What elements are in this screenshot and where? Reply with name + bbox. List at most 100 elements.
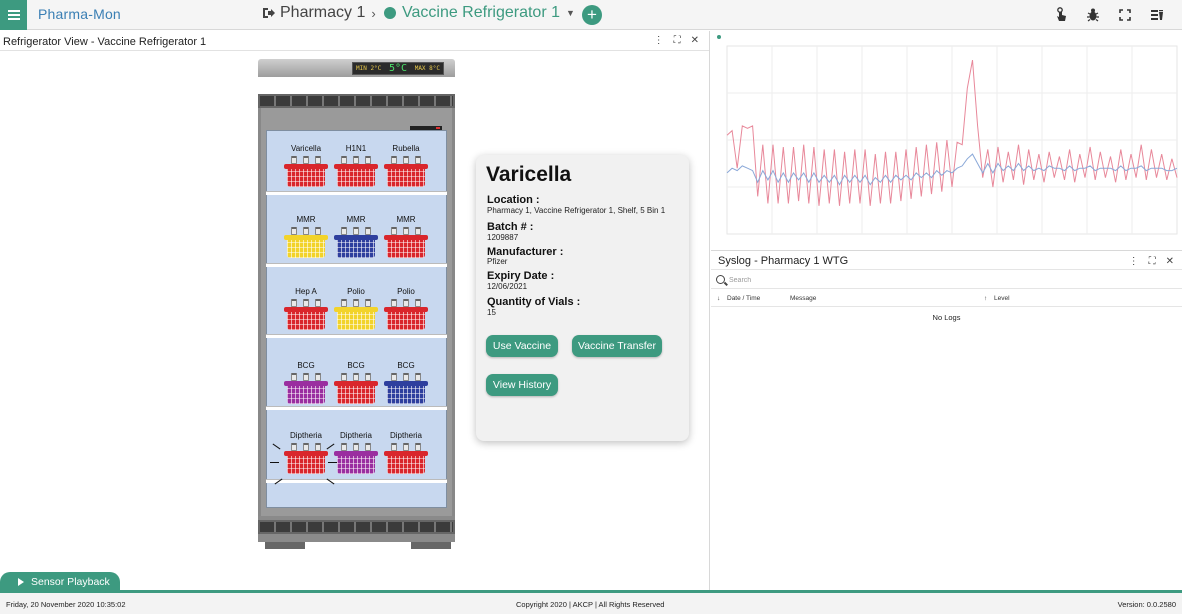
vaccine-bin[interactable]: H1N1 <box>333 144 379 190</box>
chevron-right-icon: › <box>371 5 376 21</box>
syslog-panel: Syslog - Pharmacy 1 WTG ⋮ ⛶ ✕ ↓ Date / T… <box>711 250 1182 590</box>
vials <box>341 156 371 164</box>
vaccine-bin[interactable]: Hep A <box>283 287 329 333</box>
expand-icon[interactable]: ⛶ <box>1149 256 1156 267</box>
footer: Friday, 20 November 2020 10:35:02 Copyri… <box>0 593 1182 614</box>
basket-icon <box>284 307 328 331</box>
fridge-shelf <box>266 263 447 267</box>
vaccine-bin[interactable]: BCG <box>283 361 329 407</box>
bin-label: Diptheria <box>339 431 372 440</box>
sort-arrow-icon[interactable]: ↑ <box>984 295 987 302</box>
fridge-foot-right <box>411 542 451 549</box>
basket-icon <box>384 381 428 405</box>
vaccine-bin[interactable]: Polio <box>333 287 379 333</box>
add-button[interactable]: + <box>582 5 602 25</box>
vials <box>391 373 421 381</box>
vial-icon <box>291 227 297 235</box>
vial-icon <box>315 299 321 307</box>
vial-icon <box>415 373 421 381</box>
basket-icon <box>384 235 428 259</box>
col-message[interactable]: Message <box>790 295 816 302</box>
vaccine-bin[interactable]: Diptheria <box>333 431 379 477</box>
vaccine-bin[interactable]: Rubella <box>383 144 429 190</box>
bug-icon[interactable] <box>1086 7 1100 23</box>
vaccine-bin[interactable]: BCG <box>333 361 379 407</box>
bin-label: Diptheria <box>289 431 322 440</box>
vaccine-bin[interactable]: Diptheria <box>283 431 329 477</box>
play-icon <box>18 577 24 586</box>
fridge-shelf <box>266 191 447 195</box>
vaccine-bin[interactable]: MMR <box>283 215 329 261</box>
min-temp: MIN 2°C <box>356 65 382 72</box>
vial-icon <box>391 156 397 164</box>
syslog-search-input[interactable] <box>729 273 1029 287</box>
vial-icon <box>391 443 397 451</box>
temperature-chart-panel <box>711 31 1182 248</box>
vial-icon <box>341 227 347 235</box>
col-level[interactable]: Level <box>994 295 1010 302</box>
vial-icon <box>291 443 297 451</box>
basket-icon <box>334 451 378 475</box>
basket-icon <box>384 307 428 331</box>
selection-highlight <box>270 462 279 463</box>
vials <box>341 299 371 307</box>
menu-icon <box>7 10 20 20</box>
logo-text: Pharma-Mon <box>38 6 121 22</box>
sort-arrow-icon[interactable]: ↓ <box>717 295 720 302</box>
batch-label: Batch # : <box>487 221 534 233</box>
vaccine-transfer-button[interactable]: Vaccine Transfer <box>572 335 662 357</box>
view-history-button[interactable]: View History <box>486 374 558 396</box>
vial-icon <box>403 227 409 235</box>
vaccine-bin[interactable]: Varicella <box>283 144 329 190</box>
expand-icon[interactable]: ⛶ <box>674 35 681 46</box>
use-vaccine-button[interactable]: Use Vaccine <box>486 335 558 357</box>
bin-label: MMR <box>296 215 316 224</box>
app-logo[interactable]: Pharma-Mon <box>38 6 121 22</box>
clear-layout-icon[interactable] <box>1150 7 1164 23</box>
vaccine-bin[interactable]: Diptheria <box>383 431 429 477</box>
footer-copyright: Copyright 2020 | AKCP | All Rights Reser… <box>516 600 665 609</box>
location-label: Location : <box>487 194 540 206</box>
fridge-status-led <box>410 126 442 130</box>
vial-icon <box>403 299 409 307</box>
basket-icon <box>284 164 328 188</box>
vaccine-bin[interactable]: Polio <box>383 287 429 333</box>
fullscreen-icon[interactable] <box>1118 7 1132 23</box>
close-icon[interactable]: ✕ <box>1166 256 1174 267</box>
close-icon[interactable]: ✕ <box>691 35 699 46</box>
more-vert-icon[interactable]: ⋮ <box>1129 256 1139 267</box>
vial-icon <box>353 299 359 307</box>
col-date-time[interactable]: Date / Time <box>727 295 760 302</box>
vial-icon <box>365 299 371 307</box>
hamburger-menu-button[interactable] <box>0 0 27 30</box>
syslog-title: Syslog - Pharmacy 1 WTG <box>718 255 849 267</box>
vial-icon <box>353 227 359 235</box>
search-icon <box>716 275 725 284</box>
vial-icon <box>403 443 409 451</box>
bin-label: Rubella <box>392 144 420 153</box>
vials <box>341 227 371 235</box>
vial-icon <box>365 373 371 381</box>
more-vert-icon[interactable]: ⋮ <box>654 35 664 46</box>
footer-datetime: Friday, 20 November 2020 10:35:02 <box>6 600 126 609</box>
sensor-playback-tab[interactable]: Sensor Playback <box>0 572 120 591</box>
temperature-chart[interactable] <box>711 31 1182 248</box>
vial-icon <box>365 156 371 164</box>
breadcrumb-device[interactable]: Vaccine Refrigerator 1 ▼ <box>384 4 575 22</box>
vial-icon <box>403 156 409 164</box>
bin-label: Polio <box>347 287 365 296</box>
vials <box>341 443 371 451</box>
vaccine-detail-card: Varicella Location : Pharmacy 1, Vaccine… <box>476 155 689 441</box>
vaccine-bin[interactable]: MMR <box>383 215 429 261</box>
temperature-display: MIN 2°C 5°C MAX 8°C <box>352 62 444 75</box>
breadcrumb-site[interactable]: Pharmacy 1 › <box>262 4 376 22</box>
vial-icon <box>415 299 421 307</box>
vaccine-bin[interactable]: MMR <box>333 215 379 261</box>
vials <box>291 443 321 451</box>
touch-icon[interactable] <box>1054 7 1068 23</box>
vial-icon <box>291 156 297 164</box>
vaccine-bin[interactable]: BCG <box>383 361 429 407</box>
vial-icon <box>403 373 409 381</box>
syslog-search-row <box>711 269 1182 289</box>
vial-icon <box>365 227 371 235</box>
